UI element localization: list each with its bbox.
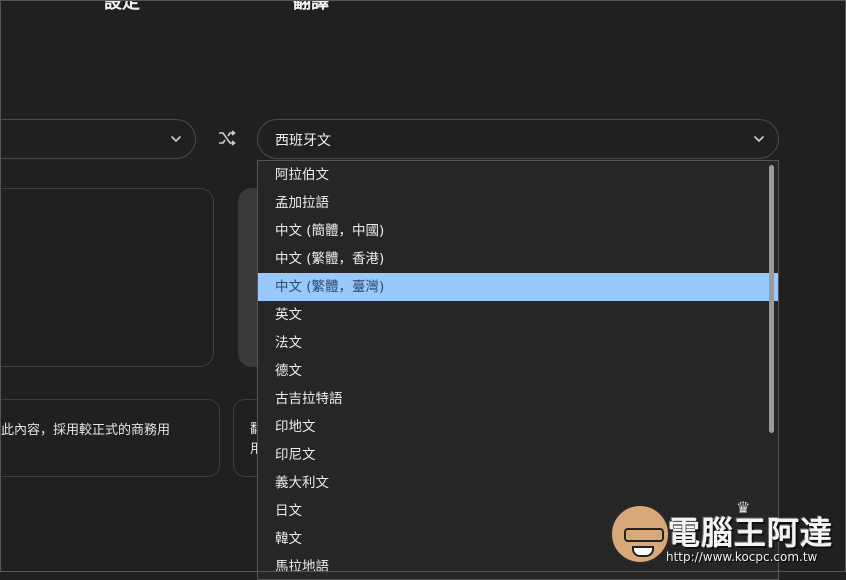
watermark-url: http://www.kocpc.com.tw [666, 550, 818, 564]
source-text-area[interactable] [0, 188, 214, 367]
glasses-icon [624, 528, 664, 542]
language-option[interactable]: 中文 (簡體，中國) [258, 217, 778, 245]
watermark-logo: ♛ 電腦王阿達 http://www.kocpc.com.tw [608, 498, 838, 568]
chevron-down-icon [171, 136, 181, 143]
header-label-right: 翻譯 [293, 0, 329, 13]
language-option[interactable]: 法文 [258, 329, 778, 357]
target-language-select[interactable]: 西班牙文 [257, 119, 779, 159]
swap-languages-button[interactable] [215, 126, 239, 150]
source-language-select[interactable] [0, 119, 196, 159]
language-option[interactable]: 義大利文 [258, 469, 778, 497]
language-option[interactable]: 德文 [258, 357, 778, 385]
watermark-brand: 電腦王阿達 [668, 514, 834, 552]
shuffle-icon [219, 130, 236, 146]
language-option-highlighted[interactable]: 中文 (繁體，臺灣) [258, 273, 778, 301]
language-option[interactable]: 阿拉伯文 [258, 161, 778, 189]
suggestion-text: 此內容，採用較正式的商務用 [1, 423, 171, 438]
chevron-down-icon [754, 136, 764, 143]
mascot-face-icon [610, 504, 670, 564]
suggestion-card[interactable]: 此內容，採用較正式的商務用 [0, 399, 220, 477]
language-option[interactable]: 中文 (繁體，香港) [258, 245, 778, 273]
language-option[interactable]: 古吉拉特語 [258, 385, 778, 413]
dropdown-scrollbar[interactable] [769, 165, 774, 433]
target-language-value: 西班牙文 [275, 133, 331, 149]
language-option[interactable]: 孟加拉語 [258, 189, 778, 217]
language-option[interactable]: 印地文 [258, 413, 778, 441]
language-option[interactable]: 印尼文 [258, 441, 778, 469]
mouth-icon [632, 546, 654, 557]
header-label-left: 設定 [104, 0, 140, 13]
language-option[interactable]: 英文 [258, 301, 778, 329]
